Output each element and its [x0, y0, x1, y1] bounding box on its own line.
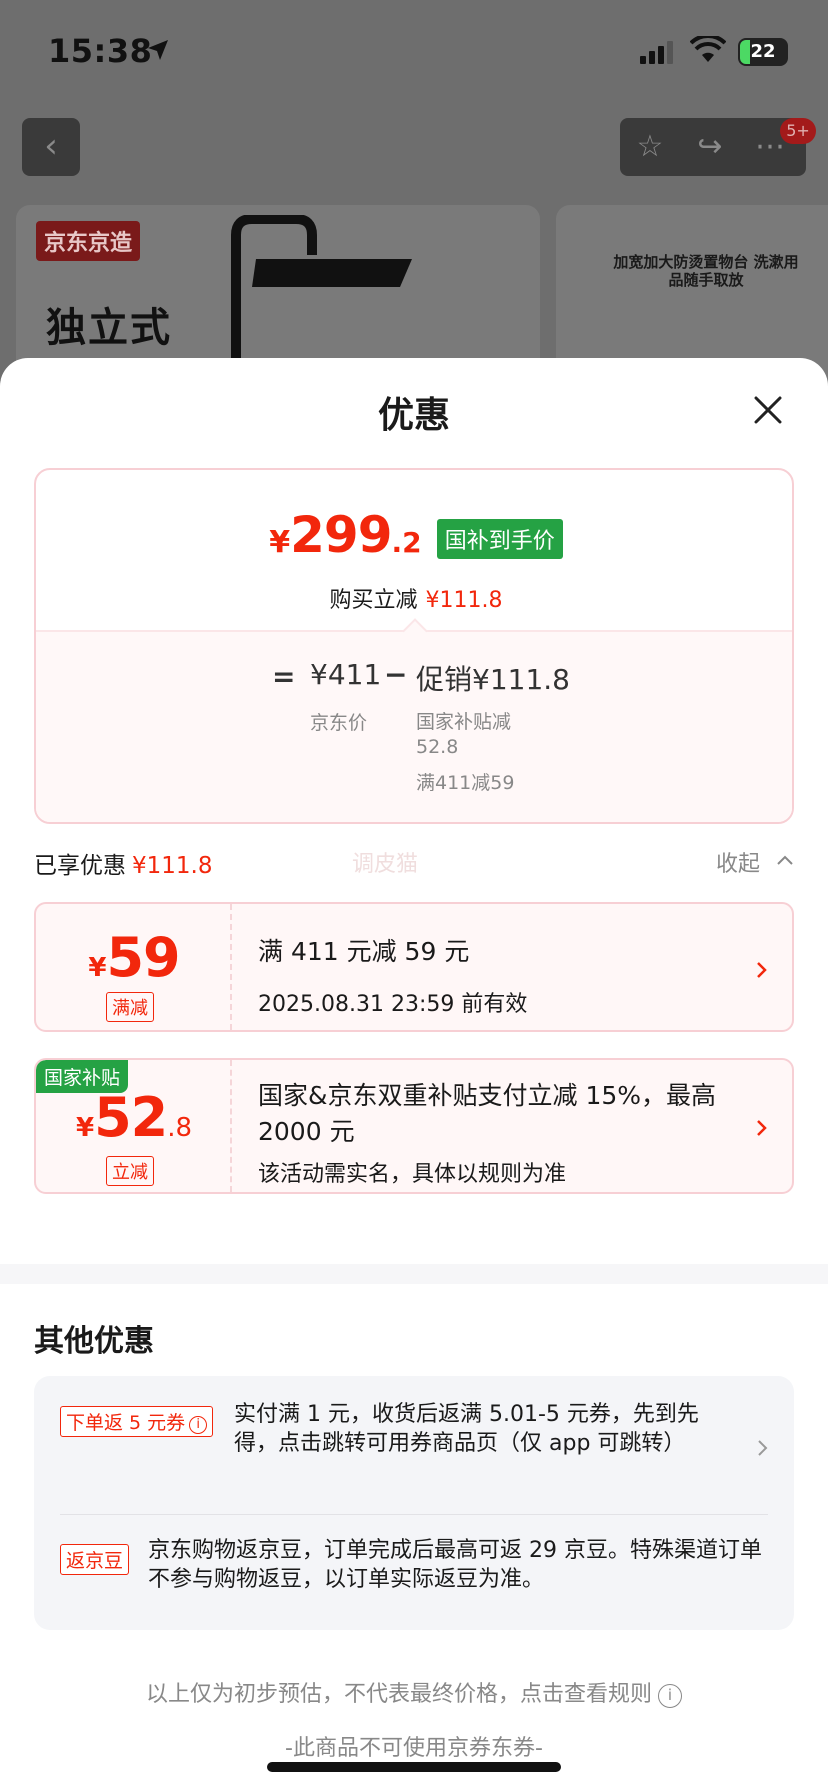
- location-arrow-icon: [148, 40, 168, 60]
- final-price: ¥299.2: [269, 506, 422, 564]
- minus-sign: −: [384, 658, 408, 691]
- chevron-right-icon[interactable]: [754, 960, 770, 980]
- coupon-title: 国家&京东双重补贴支付立减 15%，最高 2000 元: [258, 1081, 717, 1146]
- coupon-return-tag[interactable]: 下单返 5 元券 i: [60, 1406, 214, 1437]
- no-coupon-note: -此商品不可使用京券东券-: [285, 1736, 543, 1761]
- jd-price-label: 京东价: [310, 712, 368, 734]
- chevron-right-icon[interactable]: [754, 1118, 770, 1138]
- showerhead-image: [231, 215, 412, 375]
- final-price-row: ¥299.2 国补到手价: [36, 506, 792, 564]
- coupon-amount: ¥59: [88, 926, 180, 989]
- coupon-type-tag: 立减: [106, 1156, 154, 1186]
- brand-label: 京东京造: [36, 221, 141, 261]
- collapse-button[interactable]: 收起: [716, 846, 760, 878]
- coupon-note: 该活动需实名，具体以规则为准: [258, 1162, 567, 1187]
- jd-bean-tag: 返京豆: [60, 1544, 130, 1575]
- nav-action-group: ☆ ↪ ⋯: [620, 118, 806, 176]
- close-icon[interactable]: [748, 390, 788, 430]
- status-bar: 15:38 22: [0, 0, 828, 104]
- coupon-amount-area: ¥59 满减: [36, 904, 232, 1030]
- price-breakdown-area: [36, 630, 792, 822]
- equals-sign: =: [272, 660, 296, 693]
- national-subsidy-ribbon: 国家补贴: [36, 1060, 129, 1093]
- promotion-item: 国家补贴减 52.8: [416, 711, 512, 758]
- message-badge: 5+: [780, 118, 816, 144]
- wifi-icon: [690, 36, 726, 62]
- discount-sheet: 优惠 ¥299.2 国补到手价 购买立减 ¥111.8 = ¥411 京东价 − …: [0, 358, 828, 1792]
- cellular-signal-icon: [640, 41, 673, 64]
- sheet-title: 优惠: [377, 395, 450, 436]
- battery-indicator: 22: [738, 38, 788, 66]
- coupon-amount: ¥52.8: [75, 1086, 193, 1149]
- promotion-item: 满411减59: [416, 772, 515, 794]
- instant-reduction: 购买立减 ¥111.8: [329, 588, 503, 613]
- info-icon[interactable]: i: [658, 1684, 682, 1708]
- other-discounts-box: 下单返 5 元券 i 实付满 1 元，收货后返满 5.01-5 元券，先到先得，点…: [34, 1376, 794, 1630]
- watermark-text: 调皮猫: [352, 852, 419, 877]
- chevron-right-icon[interactable]: [756, 1438, 770, 1458]
- back-chevron-icon: ‹: [44, 126, 58, 166]
- promotion-total: 促销¥111.8: [416, 663, 570, 696]
- coupon-validity: 2025.08.31 23:59 前有效: [258, 992, 528, 1017]
- jd-price: ¥411: [310, 658, 382, 691]
- status-time: 15:38: [48, 32, 153, 70]
- price-summary-card: ¥299.2 国补到手价 购买立减 ¥111.8 = ¥411 京东价 − 促销¥…: [34, 468, 794, 824]
- enjoyed-discount: 已享优惠 ¥111.8: [34, 853, 213, 879]
- section-divider: [0, 1264, 828, 1284]
- coupon-title: 满 411 元减 59 元: [258, 937, 470, 966]
- jd-bean-text: 京东购物返京豆，订单完成后最高可返 29 京豆。特殊渠道订单不参与购物返豆，以订…: [148, 1538, 762, 1592]
- info-icon[interactable]: i: [189, 1416, 208, 1434]
- banner-title: 独立式: [46, 305, 172, 351]
- subsidy-price-tag: 国补到手价: [436, 519, 563, 559]
- share-icon[interactable]: ↪: [692, 130, 728, 166]
- coupon-card[interactable]: ¥52.8 立减 国家补贴 国家&京东双重补贴支付立减 15%，最高 2000 …: [34, 1058, 794, 1194]
- coupon-type-tag: 满减: [106, 992, 154, 1022]
- side-banner-text: 加宽加大防烫置物台 洗漱用品随手取放: [613, 253, 799, 289]
- other-discounts-title: 其他优惠: [34, 1324, 154, 1359]
- coupon-return-text[interactable]: 实付满 1 元，收货后返满 5.01-5 元券，先到先得，点击跳转可用券商品页（…: [234, 1400, 734, 1458]
- disclaimer-link[interactable]: 以上仅为初步预估，不代表最终价格，点击查看规则 i: [0, 1676, 828, 1708]
- back-button[interactable]: ‹: [22, 118, 80, 176]
- chevron-up-icon[interactable]: [776, 852, 794, 870]
- star-icon[interactable]: ☆: [632, 130, 668, 166]
- background-page: 15:38 22 ‹ ☆ ↪ ⋯ 5+ 京东京造 独立式 加宽加大防烫置物台 洗…: [0, 0, 828, 385]
- home-indicator: [267, 1762, 561, 1772]
- row-separator: [60, 1514, 768, 1515]
- coupon-card[interactable]: ¥59 满减 满 411 元减 59 元 2025.08.31 23:59 前有…: [34, 902, 794, 1032]
